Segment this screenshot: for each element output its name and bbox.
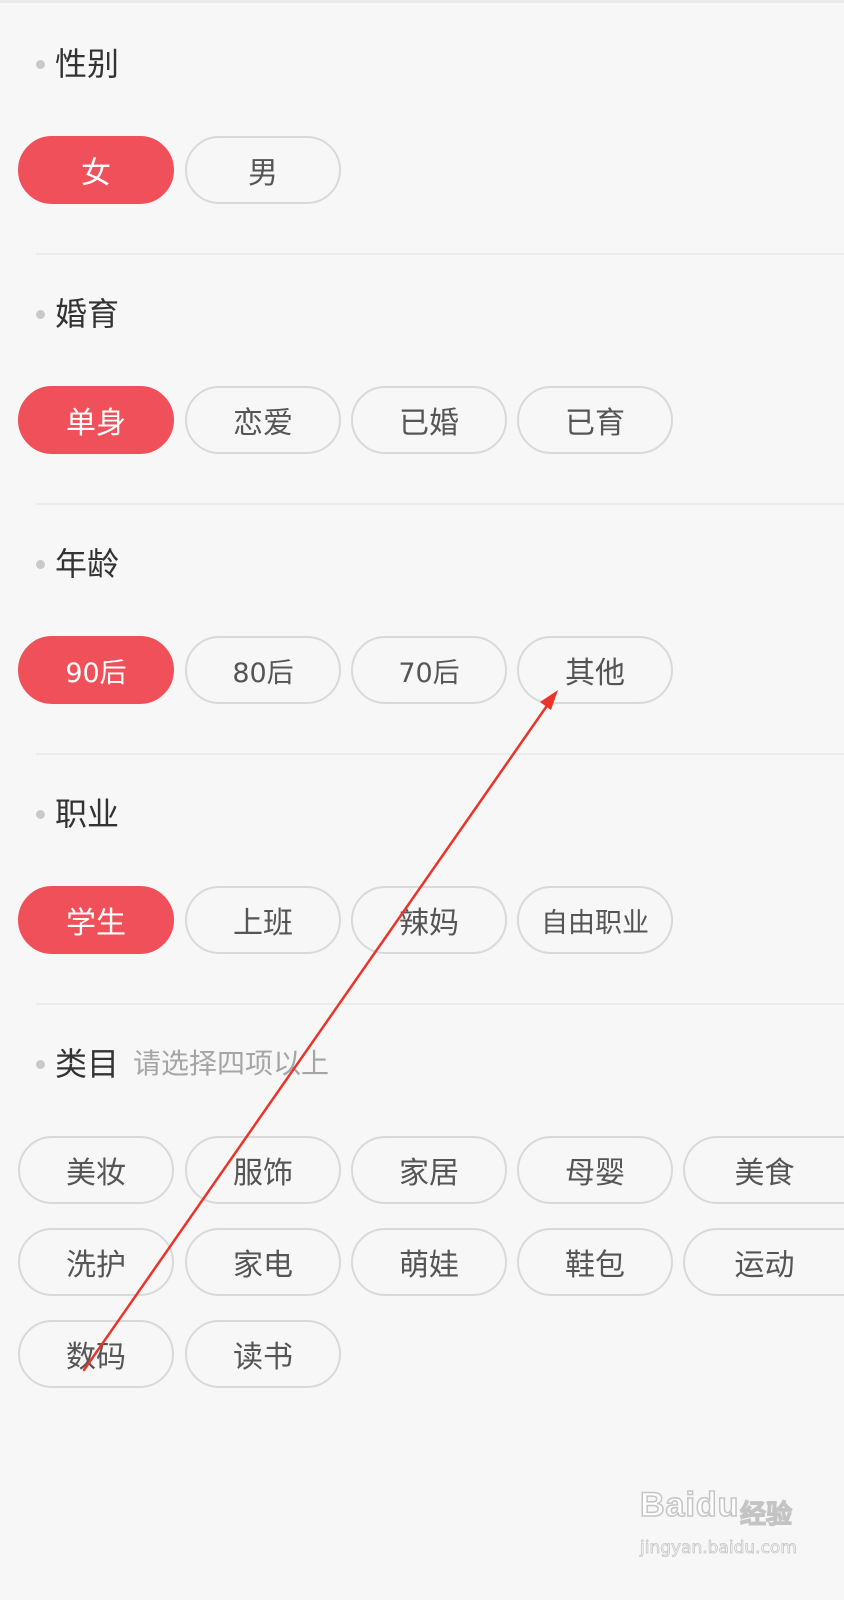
category-option-sports[interactable]: 运动 [683, 1228, 844, 1296]
gender-option-male[interactable]: 男 [185, 136, 341, 204]
gender-title: 性别 [55, 45, 120, 83]
category-option-care[interactable]: 洗护 [18, 1228, 174, 1296]
occupation-option-mom[interactable]: 辣妈 [351, 886, 507, 954]
gender-option-female[interactable]: 女 [18, 136, 174, 204]
bullet-dot-icon [36, 59, 45, 69]
occupation-option-student[interactable]: 学生 [18, 886, 174, 954]
age-section: 年龄 90后 80后 70后 其他 [0, 500, 844, 754]
category-hint: 请选择四项以上 [133, 1047, 330, 1080]
occupation-option-office[interactable]: 上班 [185, 886, 341, 954]
category-option-baby[interactable]: 母婴 [517, 1136, 673, 1204]
category-option-home[interactable]: 家居 [351, 1136, 507, 1204]
occupation-option-freelance[interactable]: 自由职业 [517, 886, 673, 954]
category-option-clothing[interactable]: 服饰 [185, 1136, 341, 1204]
marriage-option-parent[interactable]: 已育 [517, 386, 673, 454]
bullet-dot-icon [36, 1059, 45, 1069]
age-header: 年龄 [36, 540, 119, 588]
baidu-watermark: Baidu 经验 jingyan.baidu.com [639, 1485, 840, 1586]
watermark-url: jingyan.baidu.com [640, 1538, 798, 1559]
marriage-option-married[interactable]: 已婚 [351, 386, 507, 454]
age-option-other[interactable]: 其他 [517, 636, 673, 704]
category-section: 类目 请选择四项以上 美妆 服饰 家居 母婴 美食 洗护 家电 萌娃 鞋包 运动… [0, 1000, 844, 1420]
category-option-food[interactable]: 美食 [683, 1136, 844, 1204]
age-option-70s[interactable]: 70后 [351, 636, 507, 704]
marriage-title: 婚育 [55, 295, 120, 333]
gender-header: 性别 [36, 40, 119, 88]
gender-section: 性别 女 男 [0, 0, 844, 254]
bullet-dot-icon [36, 559, 45, 569]
category-option-digital[interactable]: 数码 [18, 1320, 174, 1388]
category-title: 类目 [55, 1045, 120, 1083]
watermark-sub: 经验 [739, 1499, 793, 1530]
category-option-shoes-bags[interactable]: 鞋包 [517, 1228, 673, 1296]
category-header: 类目 请选择四项以上 [36, 1040, 329, 1088]
occupation-header: 职业 [36, 790, 119, 838]
bullet-dot-icon [36, 309, 45, 319]
occupation-section: 职业 学生 上班 辣妈 自由职业 [0, 750, 844, 1004]
watermark-brand: Baidu [639, 1485, 740, 1525]
age-title: 年龄 [55, 545, 120, 583]
marriage-header: 婚育 [36, 290, 119, 338]
marriage-option-dating[interactable]: 恋爱 [185, 386, 341, 454]
category-option-reading[interactable]: 读书 [185, 1320, 341, 1388]
age-option-90s[interactable]: 90后 [18, 636, 174, 704]
occupation-title: 职业 [55, 795, 120, 833]
category-option-makeup[interactable]: 美妆 [18, 1136, 174, 1204]
marriage-section: 婚育 单身 恋爱 已婚 已育 [0, 250, 844, 504]
marriage-option-single[interactable]: 单身 [18, 386, 174, 454]
category-option-kids[interactable]: 萌娃 [351, 1228, 507, 1296]
bullet-dot-icon [36, 809, 45, 819]
category-option-appliance[interactable]: 家电 [185, 1228, 341, 1296]
age-option-80s[interactable]: 80后 [185, 636, 341, 704]
